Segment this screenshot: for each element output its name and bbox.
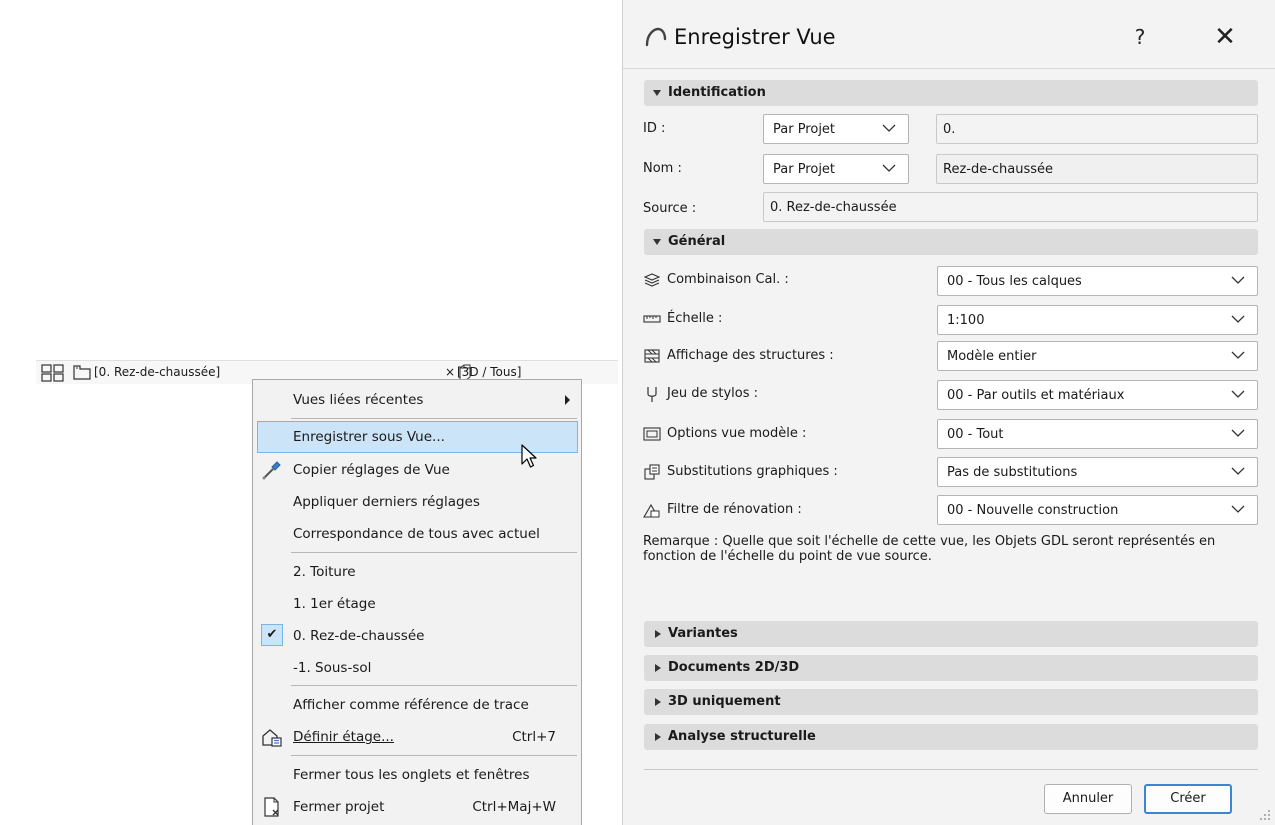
section-documents-2d-3d[interactable]: Documents 2D/3D: [644, 655, 1258, 681]
renovation-filter-select[interactable]: 00 - Nouvelle construction: [937, 495, 1258, 525]
chevron-down-icon: [1231, 467, 1245, 475]
collapsed-triangle-icon: [655, 630, 661, 638]
create-button[interactable]: Créer: [1144, 784, 1232, 814]
chevron-down-icon: [882, 164, 896, 172]
expand-triangle-icon: [653, 239, 661, 245]
expand-triangle-icon: [653, 90, 661, 96]
source-label: Source :: [643, 201, 697, 216]
menu-item-close-all-tabs[interactable]: Fermer tous les onglets et fenêtres: [257, 759, 578, 791]
resize-grip-icon[interactable]: [1259, 809, 1271, 821]
submenu-arrow-icon: [565, 395, 570, 405]
checkmark-icon: ✔: [261, 624, 283, 646]
menu-item-close-project[interactable]: Fermer projet Ctrl+Maj+W: [257, 791, 578, 823]
chevron-down-icon: [1231, 390, 1245, 398]
section-general[interactable]: Général: [644, 229, 1258, 255]
name-mode-select[interactable]: Par Projet: [763, 154, 909, 184]
scale-remark-note: Remarque : Quelle que soit l'échelle de …: [643, 534, 1216, 564]
structure-display-select[interactable]: Modèle entier: [937, 341, 1258, 371]
cancel-button[interactable]: Annuler: [1044, 784, 1132, 814]
title-separator: [623, 68, 1275, 69]
section-3d-only[interactable]: 3D uniquement: [644, 689, 1258, 715]
menu-item-story-toiture[interactable]: 2. Toiture: [257, 556, 578, 588]
tab-close-button[interactable]: ×: [443, 364, 457, 380]
id-label: ID :: [643, 121, 666, 136]
section-structural-analysis[interactable]: Analyse structurelle: [644, 724, 1258, 750]
name-value-field[interactable]: Rez-de-chaussée: [936, 154, 1258, 184]
graphic-override-select[interactable]: Pas de substitutions: [937, 457, 1258, 487]
chevron-down-icon: [1231, 505, 1245, 513]
renovation-filter-icon: [643, 503, 660, 518]
menu-item-match-all[interactable]: Correspondance de tous avec actuel: [257, 518, 578, 550]
dialog-title: Enregistrer Vue: [674, 25, 836, 49]
layer-combination-select[interactable]: 00 - Tous les calques: [937, 266, 1258, 296]
menu-separator: [291, 552, 577, 553]
eyedropper-icon: [262, 461, 281, 480]
menu-item-story-rez-de-chaussee[interactable]: ✔ 0. Rez-de-chaussée: [257, 620, 578, 652]
collapsed-triangle-icon: [655, 733, 661, 741]
story-settings-icon: [262, 729, 282, 747]
collapsed-triangle-icon: [655, 698, 661, 706]
chevron-down-icon: [1231, 351, 1245, 359]
shortcut-label: Ctrl+7: [512, 729, 556, 745]
layers-icon: [643, 273, 661, 287]
id-mode-select[interactable]: Par Projet: [763, 114, 909, 144]
source-value-field: 0. Rez-de-chaussée: [763, 192, 1258, 222]
model-view-options-select[interactable]: 00 - Tout: [937, 419, 1258, 449]
menu-item-define-story[interactable]: Définir étage... Ctrl+7: [257, 721, 578, 753]
section-variantes[interactable]: Variantes: [644, 621, 1258, 647]
scale-select[interactable]: 1:100: [937, 305, 1258, 335]
menu-item-recent-views[interactable]: Vues liées récentes: [257, 384, 578, 416]
menu-item-show-as-trace[interactable]: Afficher comme référence de trace: [257, 689, 578, 721]
chevron-down-icon: [1231, 276, 1245, 284]
help-button[interactable]: ?: [1126, 22, 1154, 52]
close-dialog-button[interactable]: ✕: [1209, 20, 1241, 54]
chevron-down-icon: [1231, 429, 1245, 437]
graphic-override-icon: [644, 464, 660, 480]
section-identification[interactable]: Identification: [644, 80, 1258, 106]
floor-plan-icon: [73, 365, 91, 380]
pen-icon: [647, 387, 657, 402]
shortcut-label: Ctrl+Maj+W: [472, 799, 556, 815]
mouse-pointer-icon: [521, 444, 537, 468]
collapsed-triangle-icon: [655, 664, 661, 672]
tab-label: [0. Rez-de-chaussée]: [94, 365, 221, 379]
menu-separator: [291, 755, 577, 756]
chevron-down-icon: [882, 124, 896, 132]
tab-3d-label[interactable]: [3D / Tous]: [457, 365, 521, 379]
menu-item-apply-last-settings[interactable]: Appliquer derniers réglages: [257, 486, 578, 518]
archicad-logo-icon: [645, 27, 667, 47]
footer-separator: [644, 769, 1258, 770]
menu-item-story-1er-etage[interactable]: 1. 1er étage: [257, 588, 578, 620]
structure-display-icon: [644, 349, 660, 363]
model-view-icon: [643, 427, 661, 441]
close-project-icon: [264, 797, 279, 817]
menu-separator: [291, 685, 577, 686]
pen-set-select[interactable]: 00 - Par outils et matériaux: [937, 380, 1258, 410]
id-value-field[interactable]: 0.: [936, 114, 1258, 144]
ruler-icon: [643, 315, 661, 323]
chevron-down-icon: [1231, 315, 1245, 323]
menu-separator: [291, 418, 577, 419]
save-view-dialog: Enregistrer Vue ? ✕ Identification ID : …: [622, 0, 1275, 825]
menu-item-story-sous-sol[interactable]: -1. Sous-sol: [257, 652, 578, 684]
name-label: Nom :: [643, 161, 682, 176]
